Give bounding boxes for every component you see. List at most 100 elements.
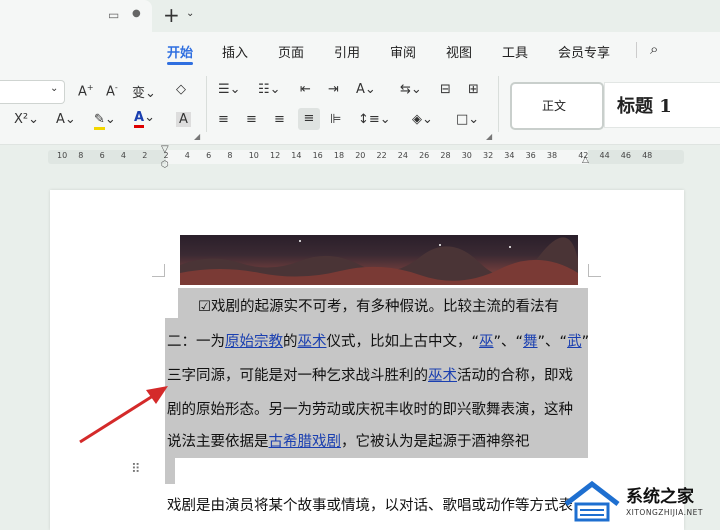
menu-tools[interactable]: 工具 bbox=[502, 42, 528, 61]
ruler-number: 26 bbox=[419, 151, 430, 160]
borders-icon[interactable]: □⌄ bbox=[456, 112, 479, 127]
dot-icon: ● bbox=[132, 8, 141, 19]
text-line-3[interactable]: 三字同源，可能是对一种乞求战斗胜利的巫术活动的合称，即戏 bbox=[167, 364, 573, 385]
link-primitive-religion[interactable]: 原始宗教 bbox=[225, 334, 283, 350]
selection-highlight bbox=[165, 458, 175, 484]
ribbon-separator bbox=[498, 76, 499, 132]
text-run: ” bbox=[581, 334, 590, 350]
ruler-number: 4 bbox=[184, 151, 190, 160]
ruler-number: 20 bbox=[355, 151, 366, 160]
numbered-list-icon[interactable]: ☷⌄ bbox=[258, 82, 281, 97]
text-run: ”、“ bbox=[493, 334, 524, 350]
text-line-6[interactable]: 戏剧是由演员将某个故事或情境，以对话、歌唱或动作等方式表 bbox=[167, 494, 573, 515]
text-line-5[interactable]: 说法主要依据是古希腊戏剧，它被认为是起源于酒神祭祀 bbox=[167, 430, 530, 451]
text-line-2[interactable]: 二：一为原始宗教的巫术仪式，比如上古中文，“巫”、“舞”、“武” bbox=[167, 330, 589, 351]
new-tab-icon[interactable]: + bbox=[163, 3, 180, 27]
watermark-title: 系统之家 bbox=[626, 487, 694, 507]
paragraph-drag-handle-icon[interactable]: ⠿ bbox=[131, 462, 141, 477]
text-run: 说法主要依据是 bbox=[167, 434, 269, 450]
highlight-icon[interactable]: ✎⌄ bbox=[94, 112, 116, 130]
style-normal-label: 正文 bbox=[542, 99, 567, 113]
text-line-1[interactable]: ☑戏剧的起源实不可考，有多种假说。比较主流的看法有 bbox=[198, 295, 559, 316]
increase-font-icon[interactable]: A+ bbox=[78, 83, 94, 99]
menu-page[interactable]: 页面 bbox=[278, 42, 304, 61]
ruler-number: 6 bbox=[206, 151, 212, 160]
clear-format-icon[interactable]: ◇ bbox=[176, 82, 186, 97]
table-lines-icon[interactable]: ⊞ bbox=[468, 82, 479, 97]
search-icon[interactable]: ⌕ bbox=[650, 40, 658, 58]
ruler-number: 34 bbox=[504, 151, 515, 160]
font-color-icon[interactable]: A⌄ bbox=[134, 110, 155, 128]
watermark-logo: 系统之家 XITONGZHIJIA.NET bbox=[562, 476, 720, 526]
first-line-indent-marker[interactable]: ▽ bbox=[161, 144, 169, 155]
menu-references[interactable]: 引用 bbox=[334, 42, 360, 61]
line-spacing-icon[interactable]: ↕≡⌄ bbox=[358, 112, 391, 127]
style-normal[interactable]: 正文 bbox=[510, 82, 604, 130]
align-center-icon[interactable]: ≡ bbox=[246, 112, 257, 127]
ruler-number: 8 bbox=[78, 151, 84, 160]
page-corner-mark bbox=[588, 264, 601, 277]
distributed-icon[interactable]: ⊫ bbox=[330, 112, 341, 127]
menu-active-indicator bbox=[167, 62, 193, 65]
link-wu-dance[interactable]: 舞 bbox=[523, 334, 538, 350]
ruler-number: 46 bbox=[620, 151, 631, 160]
tablet-icon[interactable]: ▭ bbox=[108, 8, 119, 22]
menu-member[interactable]: 会员专享 bbox=[558, 42, 610, 61]
menu-home[interactable]: 开始 bbox=[167, 42, 193, 61]
link-greek-drama[interactable]: 古希腊戏剧 bbox=[269, 434, 342, 450]
link-witchcraft[interactable]: 巫术 bbox=[428, 368, 457, 384]
font-size-dropdown-icon[interactable]: ⌄ bbox=[50, 83, 58, 94]
ruler-number: 28 bbox=[440, 151, 451, 160]
ruler-number: 48 bbox=[642, 151, 653, 160]
ruler-number: 2 bbox=[142, 151, 148, 160]
link-wu-shaman[interactable]: 巫 bbox=[479, 334, 494, 350]
char-shading-icon[interactable]: A bbox=[176, 112, 191, 127]
link-witchcraft[interactable]: 巫术 bbox=[298, 334, 327, 350]
text-line-4[interactable]: 剧的原始形态。另一为劳动或庆祝丰收时的即兴歌舞表演，这种 bbox=[167, 398, 573, 419]
text-effect-icon[interactable]: A⌄ bbox=[56, 112, 76, 127]
style-heading1[interactable]: 标题 1 bbox=[604, 82, 720, 128]
ruler-number: 22 bbox=[376, 151, 387, 160]
decrease-font-icon[interactable]: A- bbox=[106, 83, 118, 99]
decrease-indent-icon[interactable]: ⇤ bbox=[300, 82, 311, 97]
justify-icon[interactable]: ≡ bbox=[298, 108, 320, 130]
sort-icon[interactable]: ⇆⌄ bbox=[400, 82, 422, 97]
superscript-icon[interactable]: X²⌄ bbox=[14, 112, 39, 127]
increase-indent-icon[interactable]: ⇥ bbox=[328, 82, 339, 97]
menu-insert[interactable]: 插入 bbox=[222, 42, 248, 61]
dialog-launcher-icon[interactable]: ◢ bbox=[194, 132, 200, 141]
dialog-launcher-icon[interactable]: ◢ bbox=[486, 132, 492, 141]
show-marks-icon[interactable]: ⊟ bbox=[440, 82, 451, 97]
ruler-number: 32 bbox=[483, 151, 494, 160]
ruler-number: 30 bbox=[461, 151, 472, 160]
right-indent-marker[interactable]: △ bbox=[582, 155, 589, 165]
text-run: ，它被认为是起源于酒神祭祀 bbox=[341, 434, 530, 450]
ruler-number: 8 bbox=[227, 151, 233, 160]
phonetic-guide-icon[interactable]: 变⌄ bbox=[132, 82, 156, 101]
ruler-number: 14 bbox=[291, 151, 302, 160]
link-wu-martial[interactable]: 武 bbox=[567, 334, 582, 350]
text-direction-icon[interactable]: A⌄ bbox=[356, 82, 376, 97]
menu-review[interactable]: 审阅 bbox=[390, 42, 416, 61]
document-tab[interactable] bbox=[0, 0, 152, 32]
ruler-number: 4 bbox=[120, 151, 126, 160]
page-corner-mark bbox=[152, 264, 165, 277]
ruler-number: 12 bbox=[270, 151, 281, 160]
menu-view[interactable]: 视图 bbox=[446, 42, 472, 61]
house-logo-icon bbox=[564, 480, 620, 522]
ruler-number: 44 bbox=[599, 151, 610, 160]
ruler-number: 18 bbox=[333, 151, 345, 160]
ruler-number: 16 bbox=[312, 151, 323, 160]
ruler-number: 10 bbox=[57, 151, 68, 160]
align-left-icon[interactable]: ≡ bbox=[218, 112, 229, 127]
banner-image[interactable] bbox=[180, 235, 578, 285]
text-run: 三字同源，可能是对一种乞求战斗胜利的 bbox=[167, 368, 428, 384]
align-right-icon[interactable]: ≡ bbox=[274, 112, 285, 127]
ruler-number: 10 bbox=[248, 151, 259, 160]
text-run: 二：一为 bbox=[167, 334, 225, 350]
chevron-down-icon[interactable]: ⌄ bbox=[186, 8, 194, 19]
shading-icon[interactable]: ◈⌄ bbox=[412, 112, 433, 127]
ribbon-separator bbox=[206, 76, 207, 132]
watermark-url: XITONGZHIJIA.NET bbox=[626, 508, 703, 517]
bullet-list-icon[interactable]: ☰⌄ bbox=[218, 82, 241, 97]
